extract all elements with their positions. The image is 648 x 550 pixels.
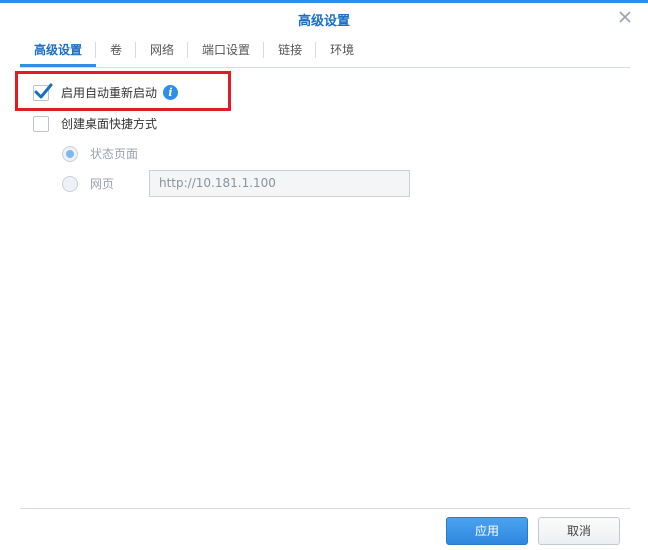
desktop-shortcut-row: 创建桌面快捷方式	[33, 115, 157, 132]
status-page-label: 状态页面	[90, 147, 139, 161]
tab-bar: 高级设置 卷 网络 端口设置 链接 环境	[20, 36, 630, 68]
dialog-titlebar: 高级设置	[0, 3, 648, 35]
annotation-highlight-box	[15, 71, 231, 111]
tab-port-settings[interactable]: 端口设置	[188, 36, 265, 67]
cancel-button[interactable]: 取消	[538, 517, 620, 545]
desktop-shortcut-checkbox[interactable]	[33, 115, 49, 132]
status-page-radio[interactable]	[62, 145, 78, 162]
apply-button[interactable]: 应用	[446, 517, 528, 545]
tab-network[interactable]: 网络	[136, 36, 189, 67]
webpage-url-input[interactable]: http://10.181.1.100	[149, 170, 410, 197]
footer-divider	[20, 508, 630, 509]
tab-volume[interactable]: 卷	[96, 36, 137, 67]
close-icon[interactable]	[616, 8, 634, 26]
webpage-radio[interactable]	[62, 175, 78, 192]
tab-links[interactable]: 链接	[264, 36, 317, 67]
status-page-row: 状态页面	[62, 145, 138, 162]
webpage-row: 网页	[62, 175, 114, 192]
webpage-label: 网页	[90, 177, 115, 191]
tab-environment[interactable]: 环境	[316, 36, 368, 67]
tab-advanced-settings[interactable]: 高级设置	[20, 36, 97, 67]
dialog-title: 高级设置	[297, 14, 350, 29]
advanced-settings-dialog: 高级设置 高级设置 卷 网络 端口设置 链接 环境 启用自动重新启动 i 创建桌…	[0, 0, 648, 550]
desktop-shortcut-label: 创建桌面快捷方式	[61, 117, 158, 131]
